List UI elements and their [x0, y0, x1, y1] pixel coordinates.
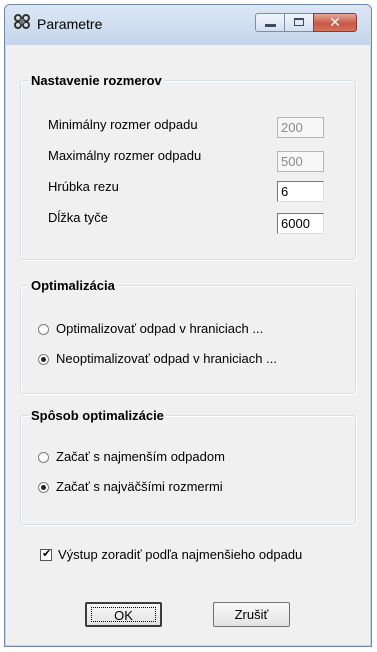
sort-output-label[interactable]: Výstup zoradiť podľa najmenšieho odpadu [58, 547, 302, 562]
window-title: Parametre [37, 16, 103, 32]
cancel-button-label: Zrušiť [234, 607, 269, 622]
no-optimize-waste-radio[interactable] [38, 354, 49, 365]
largest-dimensions-label[interactable]: Začať s najväčšími rozmermi [56, 479, 223, 494]
no-optimize-waste-label[interactable]: Neoptimalizovať odpad v hraniciach ... [56, 351, 277, 366]
focus-ring [91, 607, 156, 622]
optimize-waste-label[interactable]: Optimalizovať odpad v hraniciach ... [56, 321, 263, 336]
max-waste-field[interactable]: 500 [277, 151, 324, 172]
min-waste-label: Minimálny rozmer odpadu [48, 117, 198, 132]
cut-thickness-field[interactable]: 6 [277, 181, 324, 202]
cut-thickness-label: Hrúbka rezu [48, 179, 119, 194]
optimization-group: Optimalizácia Optimalizovať odpad v hran… [20, 278, 356, 394]
sort-output-checkbox[interactable]: ✔ [40, 548, 52, 561]
ok-button[interactable]: OK [85, 602, 162, 627]
optimization-group-title: Optimalizácia [29, 278, 117, 293]
title-bar[interactable]: Parametre ✕ [5, 5, 371, 45]
max-waste-label: Maximálny rozmer odpadu [48, 148, 202, 163]
cancel-button[interactable]: Zrušiť [213, 602, 290, 627]
optimize-waste-radio[interactable] [38, 324, 49, 335]
smallest-waste-label[interactable]: Začať s najmenším odpadom [56, 449, 225, 464]
maximize-icon [294, 18, 304, 26]
method-group-title: Spôsob optimalizácie [29, 408, 166, 423]
largest-dimensions-radio[interactable] [38, 482, 49, 493]
minimize-icon [265, 24, 276, 27]
min-waste-field[interactable]: 200 [277, 117, 324, 138]
check-mark-icon: ✔ [42, 548, 52, 560]
dimensions-group-title: Nastavenie rozmerov [29, 73, 164, 88]
method-group: Spôsob optimalizácie Začať s najmenším o… [20, 408, 356, 525]
maximize-button[interactable] [284, 13, 314, 32]
close-button[interactable]: ✕ [313, 13, 357, 32]
dimensions-group: Nastavenie rozmerov Minimálny rozmer odp… [20, 73, 356, 260]
minimize-button[interactable] [255, 13, 285, 32]
dialog-body: Nastavenie rozmerov Minimálny rozmer odp… [12, 45, 364, 639]
bar-length-label: Dĺžka tyče [48, 210, 108, 225]
app-rings-icon [14, 14, 30, 29]
close-icon: ✕ [329, 14, 341, 30]
bar-length-field[interactable]: 6000 [277, 213, 324, 234]
parametre-dialog: Parametre ✕ Nastavenie rozmerov Minimáln… [4, 4, 372, 647]
smallest-waste-radio[interactable] [38, 452, 49, 463]
